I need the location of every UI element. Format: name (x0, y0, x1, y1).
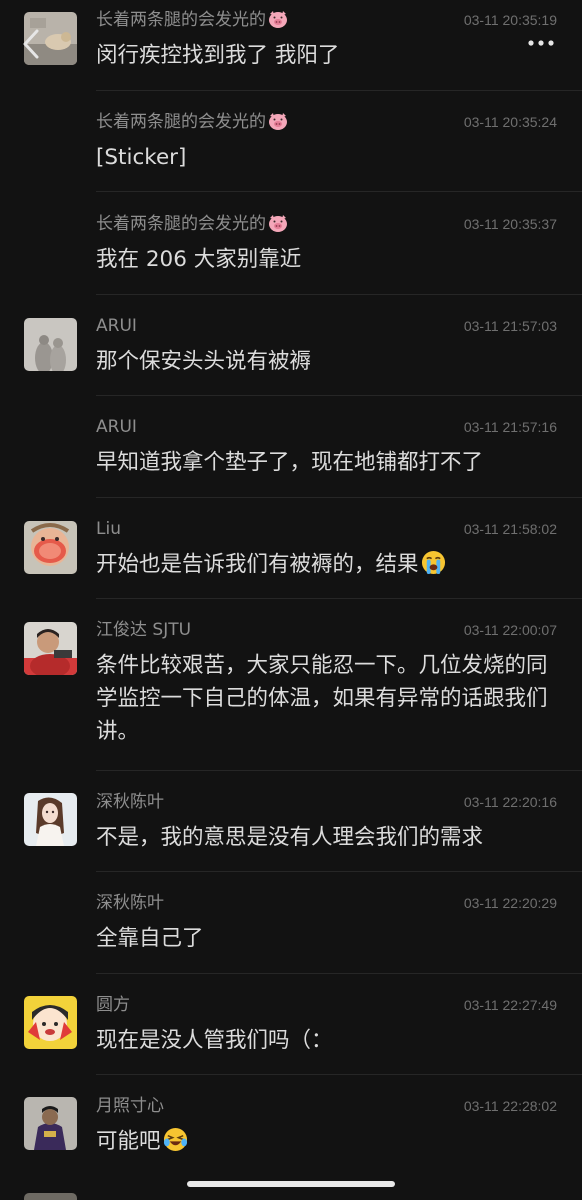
avatar[interactable] (24, 1097, 77, 1150)
pig-icon (269, 11, 287, 28)
timestamp: 03-11 21:57:16 (463, 419, 557, 435)
message-text[interactable]: 条件比较艰苦，大家只能忍一下。几位发烧的同学监控一下自己的体温，如果有异常的话跟… (96, 649, 558, 748)
message-text[interactable]: 全靠自己了 (96, 922, 558, 955)
sender-name: ARUI (96, 316, 137, 336)
divider (96, 1074, 582, 1075)
avatar[interactable] (24, 521, 77, 574)
timestamp: 03-11 21:57:03 (463, 318, 557, 334)
sender-name: ARUI (96, 417, 137, 437)
sender-name: 圆方 (96, 995, 130, 1015)
divider (96, 294, 582, 295)
sender-name: 月照寸心 (96, 1096, 164, 1116)
more-dots-icon[interactable] (527, 38, 555, 48)
sender-name: 江俊达 SJTU (96, 620, 192, 640)
sender-name: 长着两条腿的会发光的 (96, 111, 288, 133)
timestamp: 03-11 20:35:19 (463, 12, 557, 28)
chevron-left-icon[interactable] (20, 28, 44, 60)
timestamp: 03-11 20:35:37 (463, 216, 557, 232)
timestamp: 03-11 21:58:02 (463, 521, 557, 537)
avatar[interactable] (24, 793, 77, 846)
divider (96, 497, 582, 498)
message-text[interactable]: 闵行疾控找到我了 我阳了 (96, 39, 558, 72)
timestamp: 03-11 22:00:07 (463, 622, 557, 638)
timestamp: 03-11 22:20:16 (463, 794, 557, 810)
chat-history-screen: 长着两条腿的会发光的 03-11 20:35:19 闵行疾控找到我了 我阳了 长… (0, 0, 582, 1200)
divider (96, 973, 582, 974)
home-indicator[interactable] (187, 1181, 395, 1187)
divider (96, 871, 582, 872)
message-text[interactable]: 我在 206 大家别靠近 (96, 243, 558, 276)
timestamp: 03-11 22:27:49 (463, 997, 557, 1013)
loudly-crying-face-icon (421, 550, 445, 575)
message-text[interactable]: 可能吧 (96, 1125, 558, 1158)
message-text[interactable]: 那个保安头头说有被褥 (96, 345, 558, 378)
sender-name: 长着两条腿的会发光的 (96, 9, 288, 31)
message-text[interactable]: 早知道我拿个垫子了，现在地铺都打不了 (96, 446, 558, 479)
pig-icon (269, 215, 287, 232)
pig-icon (269, 113, 287, 130)
avatar[interactable] (24, 1193, 77, 1200)
avatar[interactable] (24, 622, 77, 675)
divider (96, 770, 582, 771)
laughing-crying-face-icon (163, 1127, 187, 1152)
sender-name: 深秋陈叶 (96, 792, 164, 812)
divider (96, 395, 582, 396)
timestamp: 03-11 22:20:29 (463, 895, 557, 911)
avatar[interactable] (24, 318, 77, 371)
sender-name: 深秋陈叶 (96, 893, 164, 913)
message-text[interactable]: 不是，我的意思是没有人理会我们的需求 (96, 821, 558, 854)
sender-name: 长着两条腿的会发光的 (96, 213, 288, 235)
divider (96, 191, 582, 192)
sender-name: Liu (96, 519, 121, 539)
message-text[interactable]: [Sticker] (96, 141, 558, 174)
message-text[interactable]: 现在是没人管我们吗（： (96, 1024, 558, 1057)
divider (96, 598, 582, 599)
avatar[interactable] (24, 996, 77, 1049)
timestamp: 03-11 22:28:02 (463, 1098, 557, 1114)
divider (96, 90, 582, 91)
timestamp: 03-11 20:35:24 (463, 114, 557, 130)
message-text[interactable]: 开始也是告诉我们有被褥的，结果 (96, 548, 558, 581)
